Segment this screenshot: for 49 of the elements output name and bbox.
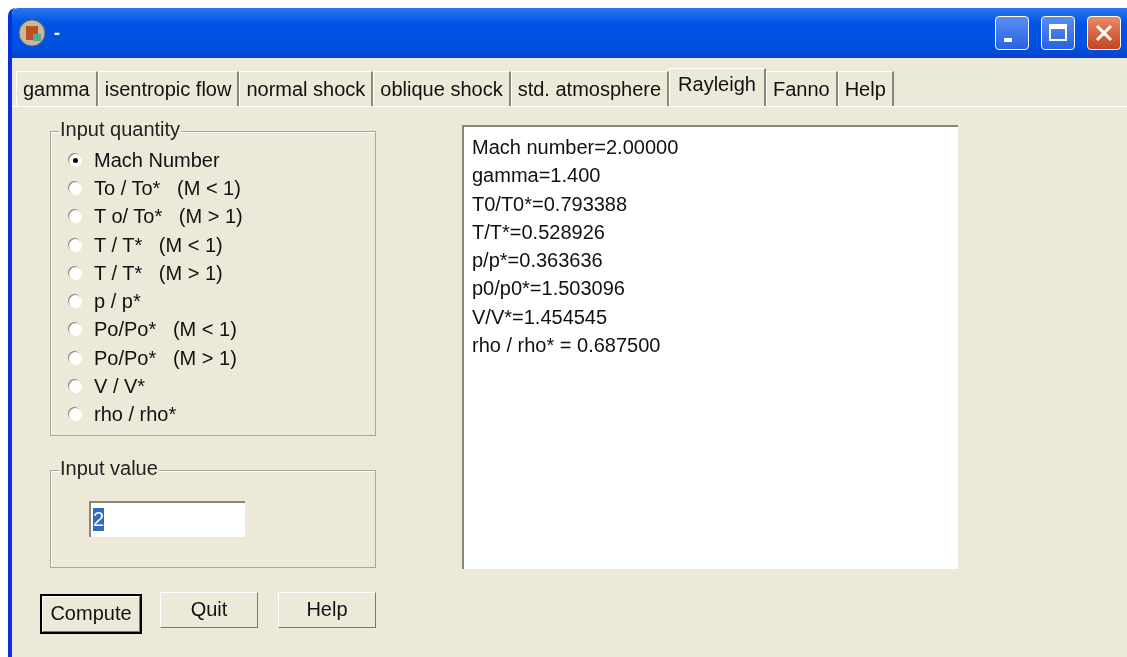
radio-label: T / T* (M < 1) [94,233,223,257]
radio-button[interactable] [69,153,82,167]
tab[interactable]: Help [837,71,894,106]
push-button[interactable]: Quit [160,591,258,628]
tab[interactable]: Rayleigh [669,68,766,106]
radio-button[interactable] [69,380,82,393]
radio-button[interactable] [69,351,82,365]
tab[interactable]: std. atmosphere [510,71,670,106]
tab[interactable]: oblique shock [373,71,511,106]
output-line: T0/T0*=0.793388 [472,191,629,217]
radio-label: Po/Po* (M > 1) [94,346,237,370]
radio-label: rho / rho* [94,403,177,427]
radio-label: Po/Po* (M < 1) [94,318,237,342]
input-field[interactable]: 2 [89,500,245,537]
app-icon [18,19,46,47]
radio-label: T o/ To* (M > 1) [94,205,243,229]
radio-button[interactable] [69,266,82,280]
output-line: Mach number=2.00000 [472,135,680,160]
output-line: p0/p0*=1.503096 [472,276,626,302]
tab[interactable]: gamma [16,71,98,106]
radio-label: T / T* (M > 1) [94,261,223,285]
group-label: Input quantity [59,118,182,141]
radio-button[interactable] [69,181,82,195]
minimize-button[interactable] [995,16,1029,50]
maximize-icon [1048,23,1068,43]
tab[interactable]: isentropic flow [97,71,240,106]
push-button[interactable]: Compute [42,595,140,632]
radio-label: To / To* (M < 1) [94,176,241,200]
output-line: V/V*=1.454545 [472,304,609,330]
close-icon [1094,23,1114,43]
output-line: rho / rho* = 0.687500 [472,333,662,359]
window-title: - [54,22,61,44]
push-button[interactable]: Help [278,591,376,628]
tab[interactable]: normal shock [239,71,374,106]
radio-button[interactable] [69,238,82,252]
maximize-button[interactable] [1041,16,1075,50]
radio-button[interactable] [69,323,82,337]
close-button[interactable] [1087,16,1121,50]
radio-label: Mach Number [94,148,220,172]
output-line: p/p*=0.363636 [472,248,604,274]
radio-label: V / V* [94,375,146,398]
radio-button[interactable] [69,210,82,224]
tab[interactable]: Fanno [765,71,838,106]
output-line: gamma=1.400 [472,163,602,189]
radio-button[interactable] [69,295,82,309]
radio-label: p / p* [94,290,141,314]
output-line: T/T*=0.528926 [472,219,606,245]
radio-button[interactable] [69,408,82,422]
minimize-icon [1004,38,1012,42]
